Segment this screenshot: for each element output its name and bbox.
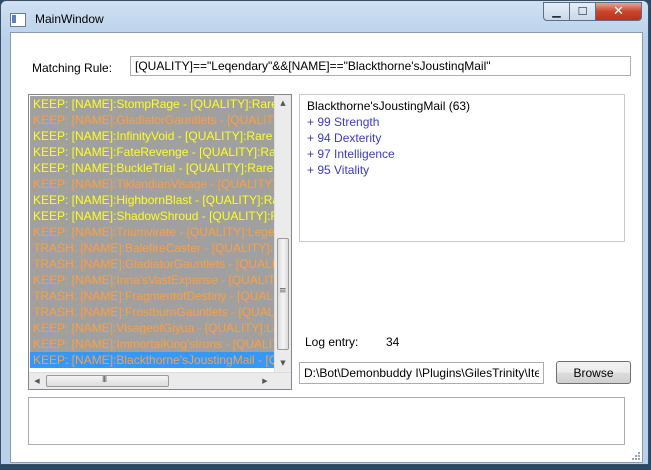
minimize-button[interactable]: ▁ — [543, 2, 570, 21]
horizontal-scrollbar[interactable]: ◀ ▶ — [29, 372, 291, 389]
close-icon: ✕ — [613, 4, 624, 19]
item-stat: + 99 Strength — [307, 115, 380, 129]
title-bar[interactable]: MainWindow ▁ ☐ ✕ — [1, 1, 648, 33]
resize-grip-icon[interactable] — [630, 450, 640, 460]
horizontal-scroll-thumb[interactable] — [46, 375, 169, 387]
list-item[interactable]: KEEP: [NAME]:FateRevenge - [QUALITY]:Rar… — [30, 144, 275, 160]
item-details-panel: Blackthorne'sJoustingMail (63) + 99 Stre… — [299, 94, 625, 242]
browse-button[interactable]: Browse — [556, 361, 631, 384]
window-title: MainWindow — [35, 12, 104, 26]
list-item[interactable]: KEEP: [NAME]:HighbornBlast - [QUALITY]:R… — [30, 192, 275, 208]
item-stat: + 95 Vitality — [307, 163, 370, 177]
list-item[interactable]: KEEP: [NAME]:VisageofGiyua - [QUALITY]:L… — [30, 320, 275, 336]
maximize-icon: ☐ — [577, 5, 588, 18]
list-item[interactable]: KEEP: [NAME]:StompRage - [QUALITY]:Rare … — [30, 96, 275, 112]
list-item[interactable]: KEEP: [NAME]:InfinityVoid - [QUALITY]:Ra… — [30, 128, 275, 144]
scroll-right-icon[interactable]: ▶ — [257, 373, 273, 389]
log-entry-value: 34 — [386, 335, 400, 349]
list-item[interactable]: TRASH: [NAME]:GladiatorGauntlets - [QUAL… — [30, 256, 275, 272]
item-log-listbox[interactable]: KEEP: [NAME]:StompRage - [QUALITY]:Rare … — [28, 94, 292, 390]
matching-rule-input[interactable] — [130, 56, 631, 76]
scroll-down-icon[interactable]: ▼ — [275, 355, 291, 371]
list-item[interactable]: KEEP: [NAME]:GladiatorGauntlets - [QUALI… — [30, 112, 275, 128]
minimize-icon: ▁ — [552, 5, 561, 18]
caption-buttons: ▁ ☐ ✕ — [543, 2, 642, 23]
vertical-scroll-thumb[interactable] — [277, 238, 289, 350]
output-textbox[interactable] — [28, 397, 625, 445]
item-title: Blackthorne'sJoustingMail (63) — [307, 99, 471, 113]
client-area: Matching Rule: KEEP: [NAME]:StompRage - … — [10, 32, 643, 463]
list-item[interactable]: KEEP: [NAME]:ImmortalKing'sIrons - [QUAL… — [30, 336, 275, 352]
app-window-icon — [10, 13, 26, 27]
close-button[interactable]: ✕ — [596, 2, 642, 21]
list-item[interactable]: KEEP: [NAME]:ShadowShroud - [QUALITY]:Ra… — [30, 208, 275, 224]
scroll-left-icon[interactable]: ◀ — [29, 373, 45, 389]
list-item[interactable]: TRASH: [NAME]:FrostburnGauntlets - [QUAL… — [30, 304, 275, 320]
list-item[interactable]: KEEP: [NAME]:TiklandianVisage - [QUALITY… — [30, 176, 275, 192]
log-entry-label: Log entry: — [305, 335, 359, 349]
item-list: KEEP: [NAME]:StompRage - [QUALITY]:Rare … — [30, 96, 275, 368]
maximize-button[interactable]: ☐ — [570, 2, 596, 21]
vertical-scrollbar[interactable]: ▲ ▼ — [274, 95, 291, 372]
item-stat: + 94 Dexterity — [307, 131, 382, 145]
path-input[interactable] — [299, 362, 544, 384]
list-item-selected[interactable]: KEEP: [NAME]:Blackthorne'sJoustingMail -… — [30, 352, 275, 368]
item-stat: + 97 Intelligence — [307, 147, 395, 161]
list-item[interactable]: KEEP: [NAME]:Inna'sVastExpanse - [QUALIT… — [30, 272, 275, 288]
matching-rule-label: Matching Rule: — [32, 61, 113, 75]
scroll-up-icon[interactable]: ▲ — [275, 95, 291, 111]
list-item[interactable]: TRASH: [NAME]:FragmentofDestiny - [QUALI… — [30, 288, 275, 304]
list-item[interactable]: KEEP: [NAME]:Triumvirate - [QUALITY]:Leg… — [30, 224, 275, 240]
main-window: MainWindow ▁ ☐ ✕ Matching Rule: KEEP: [N… — [0, 0, 649, 465]
list-item[interactable]: KEEP: [NAME]:BuckleTrial - [QUALITY]:Rar… — [30, 160, 275, 176]
list-item[interactable]: TRASH: [NAME]:BalefireCaster - [QUALITY]… — [30, 240, 275, 256]
